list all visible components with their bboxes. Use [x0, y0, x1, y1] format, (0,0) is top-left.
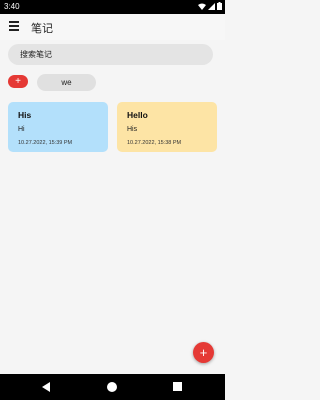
add-tag-button[interactable]: +: [8, 75, 28, 88]
note-body: His: [127, 126, 138, 133]
status-time: 3:40: [4, 2, 20, 11]
system-nav-bar: [0, 374, 225, 400]
hamburger-menu-icon[interactable]: [9, 21, 21, 33]
note-title: His: [18, 110, 32, 120]
signal-icon: [208, 2, 215, 12]
battery-icon: [217, 2, 222, 12]
back-icon[interactable]: [42, 382, 50, 392]
note-date: 10.27.2022, 15:39 PM: [18, 140, 73, 146]
tag-chip-we[interactable]: we: [37, 74, 96, 91]
recent-apps-icon[interactable]: [173, 382, 182, 391]
note-date: 10.27.2022, 15:38 PM: [127, 140, 182, 146]
search-input[interactable]: 搜索笔记: [8, 44, 213, 65]
page-title: 笔记: [31, 23, 53, 35]
note-title: Hello: [127, 110, 148, 120]
status-icons: [198, 2, 222, 12]
add-note-button[interactable]: +: [193, 342, 214, 363]
note-card[interactable]: Hello His 10.27.2022, 15:38 PM: [117, 102, 217, 152]
wifi-icon: [198, 3, 206, 12]
note-body: Hi: [18, 126, 25, 133]
status-bar: 3:40: [0, 0, 225, 14]
note-card[interactable]: His Hi 10.27.2022, 15:39 PM: [8, 102, 108, 152]
app-bar: 笔记: [0, 14, 225, 40]
home-icon[interactable]: [107, 382, 117, 392]
